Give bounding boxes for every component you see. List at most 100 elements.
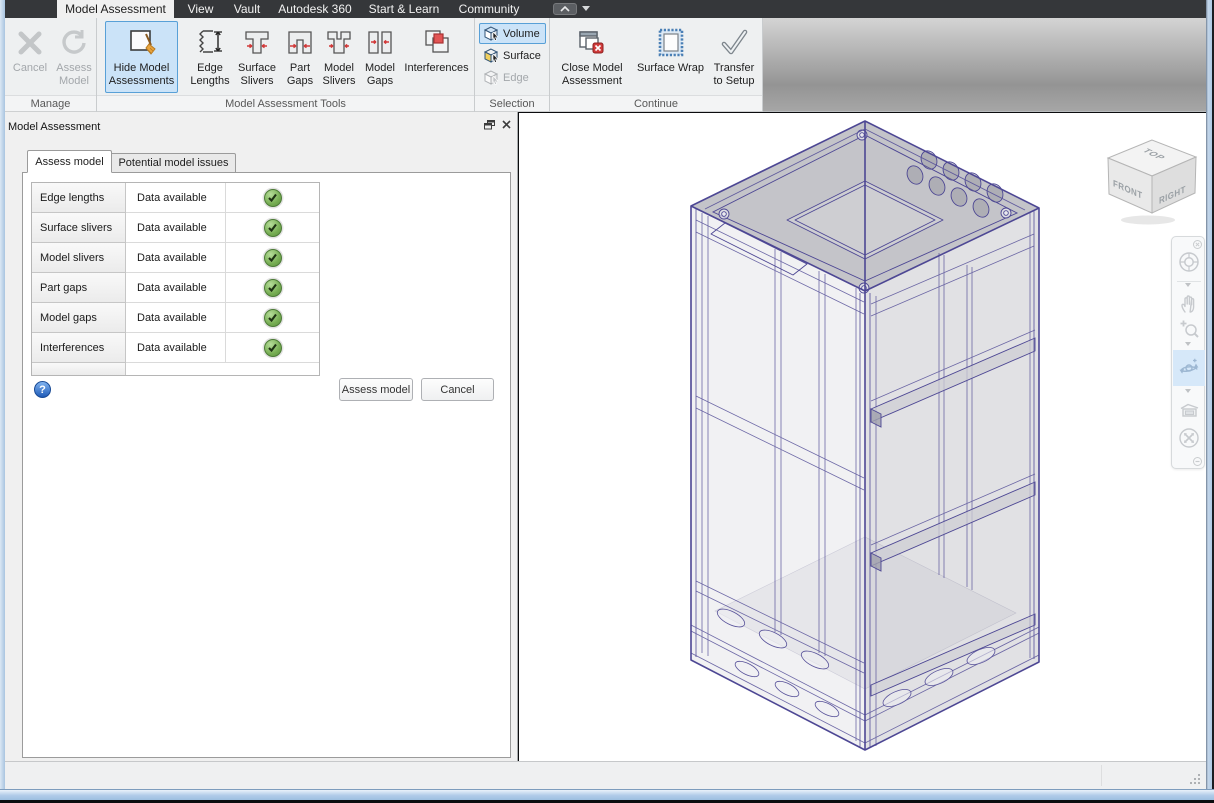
select-volume-button[interactable]: Volume: [479, 23, 546, 44]
ribbon-group-selection: Volume Surface Edge Selection: [475, 18, 550, 112]
hide-model-assessments-button[interactable]: Hide Model Assessments: [105, 21, 178, 93]
tab-assess-model[interactable]: Assess model: [27, 150, 112, 173]
zoom-extents-icon: [1179, 428, 1199, 448]
ribbon-group-continue: Close Model Assessment Surface Wrap Tran…: [550, 18, 763, 112]
part-gaps-icon: [283, 24, 317, 62]
select-edge-button: Edge: [479, 67, 546, 88]
assess-model-dialog-button[interactable]: Assess model: [339, 378, 413, 401]
green-check-icon: [263, 278, 282, 297]
surface-slivers-icon: [240, 24, 274, 62]
float-window-icon: [483, 119, 495, 129]
orbit-button[interactable]: [1173, 350, 1205, 386]
volume-cube-icon: [483, 25, 499, 41]
assessment-table: Edge lengths Data available Surface sliv…: [31, 182, 320, 376]
row-header: Model slivers: [32, 243, 126, 273]
table-row: Edge lengths Data available: [32, 183, 319, 213]
navbar-close-button[interactable]: [1192, 239, 1202, 249]
row-header: Interferences: [32, 333, 126, 363]
pan-button[interactable]: [1176, 290, 1202, 316]
surface-slivers-button[interactable]: Surface Slivers: [234, 21, 280, 93]
close-model-assessment-button[interactable]: Close Model Assessment: [554, 21, 630, 93]
model-slivers-icon: [322, 24, 356, 62]
interferences-button[interactable]: Interferences: [400, 21, 473, 93]
edge-lengths-icon: [193, 24, 227, 62]
green-check-icon: [263, 338, 282, 357]
group-label-manage: Manage: [5, 95, 96, 112]
window-border-right: [1206, 0, 1214, 789]
part-gaps-button[interactable]: Part Gaps: [282, 21, 318, 93]
table-row: Model gaps Data available: [32, 303, 319, 333]
group-label-continue: Continue: [550, 95, 762, 112]
ribbon-collapse-button[interactable]: [553, 3, 577, 15]
ribbon-group-model-assessment-tools: Hide Model Assessments Edge Lengths Surf…: [97, 18, 475, 112]
ribbon-empty-area: [763, 18, 1206, 111]
zoom-menu-caret[interactable]: [1185, 342, 1191, 346]
surface-cube-icon: [483, 47, 499, 63]
navigation-wheel-icon: [1179, 252, 1199, 272]
ribbon-options-caret[interactable]: [582, 6, 590, 11]
cancel-dialog-button[interactable]: Cancel: [421, 378, 494, 401]
view-cube[interactable]: TOP FRONT RIGHT: [1104, 134, 1204, 226]
group-label-selection: Selection: [475, 95, 549, 112]
model-assessment-panel: Model Assessment Assess model Potential …: [5, 112, 518, 761]
panel-float-button[interactable]: [482, 118, 496, 131]
ribbon-tab-bar: Model Assessment View Vault Autodesk 360…: [5, 0, 1206, 18]
look-at-button[interactable]: [1176, 397, 1202, 423]
transfer-to-setup-button[interactable]: Transfer to Setup: [708, 21, 760, 93]
navigation-bar: [1171, 236, 1205, 469]
result-cell: [226, 273, 319, 303]
group-label-model-assessment-tools: Model Assessment Tools: [97, 95, 474, 112]
status-cell: Data available: [126, 243, 226, 273]
status-cell: Data available: [126, 213, 226, 243]
select-surface-button[interactable]: Surface: [479, 45, 546, 66]
tab-vault[interactable]: Vault: [224, 0, 270, 18]
orbit-icon: [1179, 358, 1199, 374]
tab-view[interactable]: View: [177, 0, 224, 18]
status-bar: [5, 761, 1206, 789]
tab-community[interactable]: Community: [448, 0, 530, 18]
model-3d-enclosure[interactable]: [519, 113, 1206, 761]
green-check-icon: [263, 218, 282, 237]
help-button[interactable]: ?: [34, 381, 51, 398]
edge-lengths-button[interactable]: Edge Lengths: [187, 21, 233, 93]
result-cell: [226, 213, 319, 243]
status-cell: Data available: [126, 183, 226, 213]
status-bar-separator: [1101, 765, 1102, 786]
zoom-extents-button[interactable]: [1176, 425, 1202, 451]
status-cell: Data available: [126, 333, 226, 363]
window-border-bottom: [0, 789, 1214, 800]
model-gaps-button[interactable]: Model Gaps: [360, 21, 400, 93]
result-cell: [226, 183, 319, 213]
table-row: Part gaps Data available: [32, 273, 319, 303]
row-header: Part gaps: [32, 273, 126, 303]
panel-title: Model Assessment: [8, 121, 101, 133]
model-viewport[interactable]: TOP FRONT RIGHT: [519, 113, 1206, 761]
surface-wrap-button[interactable]: Surface Wrap: [634, 21, 707, 93]
wheel-menu-caret[interactable]: [1185, 283, 1191, 287]
navbar-divider: [1177, 281, 1201, 282]
navbar-collapse-button[interactable]: [1192, 456, 1202, 466]
resize-grip[interactable]: [1189, 773, 1202, 786]
collapse-arrow-icon: [560, 6, 570, 12]
status-cell: Data available: [126, 273, 226, 303]
panel-close-button[interactable]: [499, 118, 513, 131]
assess-model-button: Assess Model: [52, 21, 96, 93]
look-at-icon: [1180, 403, 1199, 417]
pan-hand-icon: [1181, 295, 1195, 313]
orbit-menu-caret[interactable]: [1185, 389, 1191, 393]
status-cell: Data available: [126, 303, 226, 333]
close-icon: [501, 120, 511, 129]
tab-autodesk-360[interactable]: Autodesk 360: [270, 0, 360, 18]
tab-model-assessment[interactable]: Model Assessment: [57, 0, 174, 18]
edge-cube-icon: [483, 69, 499, 85]
table-row-stub: [32, 363, 319, 375]
table-row: Surface slivers Data available: [32, 213, 319, 243]
ribbon-group-manage: Cancel Assess Model Manage: [5, 18, 97, 112]
model-slivers-button[interactable]: Model Slivers: [318, 21, 360, 93]
tab-potential-model-issues[interactable]: Potential model issues: [112, 153, 236, 173]
result-cell: [226, 243, 319, 273]
tab-start-and-learn[interactable]: Start & Learn: [360, 0, 448, 18]
navigation-wheel-button[interactable]: [1176, 249, 1202, 275]
interferences-icon: [420, 24, 454, 62]
zoom-button[interactable]: [1176, 316, 1202, 342]
